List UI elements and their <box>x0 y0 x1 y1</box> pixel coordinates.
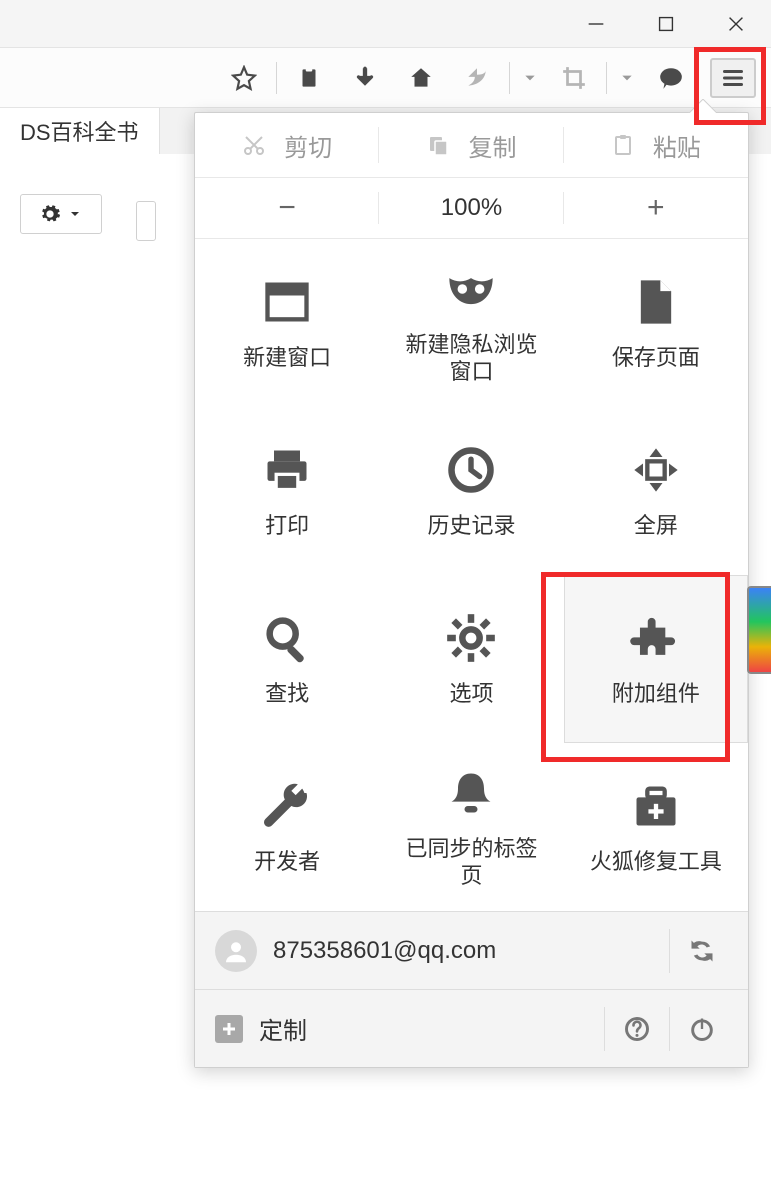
clipboard-icon[interactable] <box>285 54 333 102</box>
file-icon <box>630 274 682 330</box>
paste-label: 粘贴 <box>653 128 701 163</box>
main-toolbar <box>0 48 771 108</box>
options-button[interactable]: 选项 <box>379 575 563 743</box>
synced-tabs-label: 已同步的标签 页 <box>405 835 537 890</box>
quit-button[interactable] <box>676 1003 728 1055</box>
print-button[interactable]: 打印 <box>195 407 379 575</box>
toolbar-separator <box>606 62 607 94</box>
avatar-icon <box>215 930 257 972</box>
toolbar-separator <box>509 62 510 94</box>
copy-label: 复制 <box>468 128 516 163</box>
new-private-window-label: 新建隐私浏览 窗口 <box>405 331 537 386</box>
side-color-widget[interactable] <box>747 586 771 674</box>
toolbar-separator <box>276 62 277 94</box>
paste-button[interactable]: 粘贴 <box>564 113 748 177</box>
new-private-window-button[interactable]: 新建隐私浏览 窗口 <box>379 239 563 407</box>
sync-icon <box>688 937 716 965</box>
bell-icon <box>445 765 497 821</box>
power-icon <box>688 1015 716 1043</box>
repair-tool-button[interactable]: 火狐修复工具 <box>564 743 748 911</box>
chat-icon[interactable] <box>647 54 695 102</box>
zoom-level: 100% <box>441 194 502 222</box>
help-icon <box>623 1015 651 1043</box>
puzzle-icon <box>630 610 682 666</box>
customize-footer: 定制 <box>195 989 748 1067</box>
input-stub[interactable] <box>136 201 156 241</box>
zoom-in-button[interactable]: + <box>564 178 748 238</box>
footer-divider <box>669 929 670 973</box>
window-maximize-button[interactable] <box>631 0 701 48</box>
scissors-icon <box>242 133 266 157</box>
clock-icon <box>445 442 497 498</box>
printer-icon <box>261 442 313 498</box>
gear-dropdown-button[interactable] <box>20 194 102 234</box>
window-close-button[interactable] <box>701 0 771 48</box>
account-footer[interactable]: 875358601@qq.com <box>195 911 748 989</box>
cut-label: 剪切 <box>284 128 332 163</box>
wrench-icon <box>261 778 313 834</box>
paste-icon <box>611 133 635 157</box>
customize-button[interactable]: 定制 <box>259 1011 598 1046</box>
menu-grid: 新建窗口 新建隐私浏览 窗口 保存页面 打印 历史记录 全屏 查找 选项 <box>195 239 748 911</box>
window-minimize-button[interactable] <box>561 0 631 48</box>
dropdown-caret-icon[interactable] <box>518 71 542 85</box>
synced-tabs-button[interactable]: 已同步的标签 页 <box>379 743 563 911</box>
crop-icon[interactable] <box>550 54 598 102</box>
search-icon <box>261 610 313 666</box>
window-icon <box>261 274 313 330</box>
help-button[interactable] <box>611 1003 663 1055</box>
history-label: 历史记录 <box>427 512 515 540</box>
plus-icon: + <box>647 191 665 225</box>
addons-button[interactable]: 附加组件 <box>564 575 748 743</box>
fullscreen-label: 全屏 <box>634 512 678 540</box>
zoom-reset-button[interactable]: 100% <box>379 178 563 238</box>
print-label: 打印 <box>265 512 309 540</box>
star-icon[interactable] <box>220 54 268 102</box>
developer-label: 开发者 <box>254 848 320 876</box>
back-icon[interactable] <box>453 54 501 102</box>
minus-icon: − <box>278 191 296 225</box>
footer-divider <box>604 1007 605 1051</box>
tab-title: DS百科全书 <box>20 115 139 147</box>
new-window-button[interactable]: 新建窗口 <box>195 239 379 407</box>
save-page-button[interactable]: 保存页面 <box>564 239 748 407</box>
zoom-row: − 100% + <box>195 178 748 239</box>
developer-button[interactable]: 开发者 <box>195 743 379 911</box>
medkit-icon <box>630 778 682 834</box>
find-label: 查找 <box>265 680 309 708</box>
fullscreen-icon <box>630 442 682 498</box>
repair-tool-label: 火狐修复工具 <box>590 848 722 876</box>
app-menu-panel: 剪切 复制 粘贴 − 100% + 新建窗口 新建隐私浏览 窗口 保存页面 <box>194 112 749 1068</box>
menu-button[interactable] <box>710 58 756 98</box>
history-button[interactable]: 历史记录 <box>379 407 563 575</box>
find-button[interactable]: 查找 <box>195 575 379 743</box>
fullscreen-button[interactable]: 全屏 <box>564 407 748 575</box>
gear-icon <box>445 610 497 666</box>
cut-button[interactable]: 剪切 <box>195 113 379 177</box>
active-tab[interactable]: DS百科全书 <box>0 108 160 154</box>
save-page-label: 保存页面 <box>612 344 700 372</box>
zoom-out-button[interactable]: − <box>195 178 379 238</box>
addons-label: 附加组件 <box>612 680 700 708</box>
home-icon[interactable] <box>397 54 445 102</box>
mask-icon <box>445 261 497 317</box>
customize-plus-icon <box>215 1015 243 1043</box>
copy-icon <box>426 133 450 157</box>
download-icon[interactable] <box>341 54 389 102</box>
dropdown-caret-icon[interactable] <box>615 71 639 85</box>
copy-button[interactable]: 复制 <box>379 113 563 177</box>
account-email: 875358601@qq.com <box>273 937 663 965</box>
footer-divider <box>669 1007 670 1051</box>
sync-button[interactable] <box>676 925 728 977</box>
edit-row: 剪切 复制 粘贴 <box>195 113 748 178</box>
panel-arrow <box>688 99 716 113</box>
window-titlebar <box>0 0 771 48</box>
options-label: 选项 <box>449 680 493 708</box>
new-window-label: 新建窗口 <box>243 344 331 372</box>
